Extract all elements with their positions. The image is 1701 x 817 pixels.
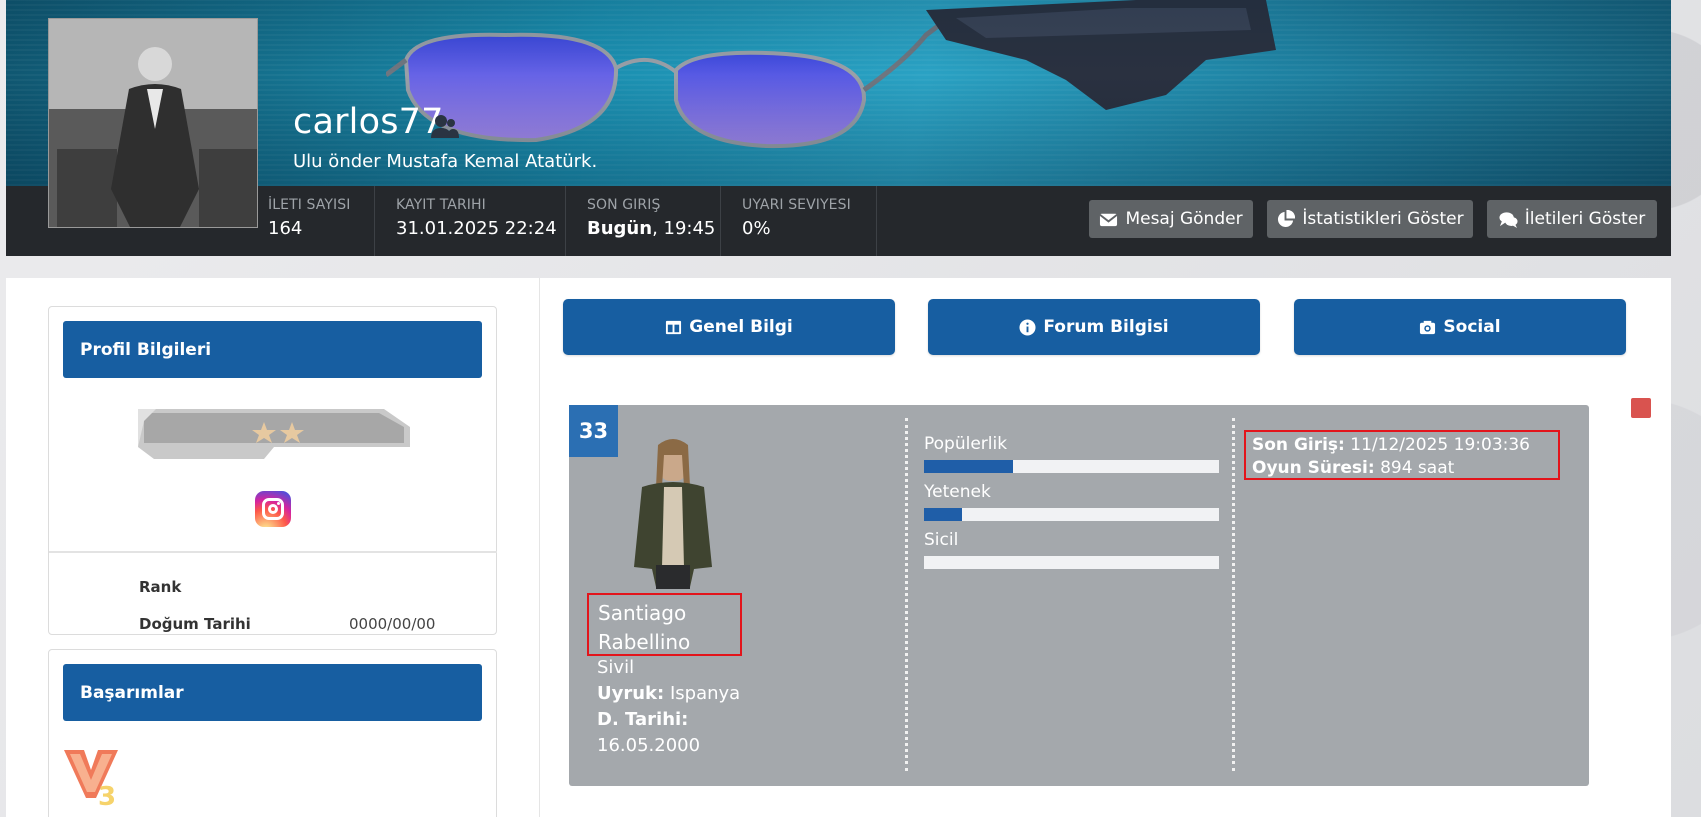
profile-subtitle: Ulu önder Mustafa Kemal Atatürk. [293, 151, 598, 172]
stat-label: KAYIT TARIHI [396, 197, 486, 213]
character-last-login: Son Giriş: 11/12/2025 19:03:36 [1252, 435, 1531, 455]
profile-info-header: Profil Bilgileri [63, 321, 482, 378]
character-birth-value: 16.05.2000 [597, 735, 701, 756]
stat-warning-level: UYARI SEVIYESI 0% [742, 186, 877, 256]
character-skin-image [634, 439, 712, 589]
comments-icon [1499, 211, 1518, 228]
birth-date-value: 0000/00/00 [349, 615, 436, 633]
record-label: Sicil [924, 530, 959, 550]
show-statistics-button[interactable]: İstatistikleri Göster [1267, 200, 1473, 238]
user-group-icon [431, 115, 459, 138]
birth-date-label: Doğum Tarihi [139, 615, 251, 633]
stat-label: UYARI SEVIYESI [742, 197, 851, 213]
columns-icon [666, 320, 682, 334]
character-activity-box: Son Giriş: 11/12/2025 19:03:36 Oyun Süre… [1244, 430, 1560, 480]
stat-label: İLETI SAYISI [268, 197, 351, 213]
stat-label: SON GIRIŞ [587, 197, 661, 213]
report-button[interactable] [1631, 398, 1651, 418]
popularity-bar [924, 460, 1219, 473]
stat-value: 31.01.2025 22:24 [396, 218, 557, 239]
character-nationality: Uyruk: Ispanya [597, 683, 741, 704]
record-bar [924, 556, 1219, 569]
character-birth-label: D. Tarihi: [597, 709, 689, 730]
level-badge: 33 [569, 405, 618, 457]
svg-text:3: 3 [98, 782, 116, 808]
pie-chart-icon [1278, 209, 1296, 227]
instagram-link-icon[interactable] [255, 491, 291, 527]
character-play-time: Oyun Süresi: 894 saat [1252, 458, 1455, 478]
stat-post-count: İLETI SAYISI 164 [268, 186, 375, 256]
send-message-button[interactable]: Mesaj Gönder [1089, 200, 1253, 238]
stat-value: 164 [268, 218, 303, 239]
rank-label: Rank [139, 578, 182, 596]
achievement-badge-icon: 3 [64, 750, 118, 808]
tab-general-info[interactable]: Genel Bilgi [563, 299, 895, 355]
skill-bar [924, 508, 1219, 521]
envelope-icon [1099, 213, 1119, 226]
character-name: Santiago Rabellino [587, 593, 742, 656]
rank-badge-icon [138, 409, 410, 459]
show-posts-button[interactable]: İletileri Göster [1487, 200, 1657, 238]
stat-value: 0% [742, 218, 771, 239]
stat-register-date: KAYIT TARIHI 31.01.2025 22:24 [396, 186, 566, 256]
avatar [48, 18, 258, 228]
popularity-label: Popülerlik [924, 434, 1008, 454]
achievements-header: Başarımlar [63, 664, 482, 721]
stat-last-login: SON GIRIŞ Bugün, 19:45 [587, 186, 721, 256]
username: carlos77 [293, 102, 444, 142]
camera-icon [1420, 320, 1436, 334]
skill-label: Yetenek [924, 482, 991, 502]
character-job: Sivil [597, 657, 635, 678]
info-circle-icon [1019, 318, 1036, 336]
tab-forum-info[interactable]: Forum Bilgisi [928, 299, 1260, 355]
stat-value: Bugün, 19:45 [587, 218, 716, 239]
tab-social[interactable]: Social [1294, 299, 1626, 355]
